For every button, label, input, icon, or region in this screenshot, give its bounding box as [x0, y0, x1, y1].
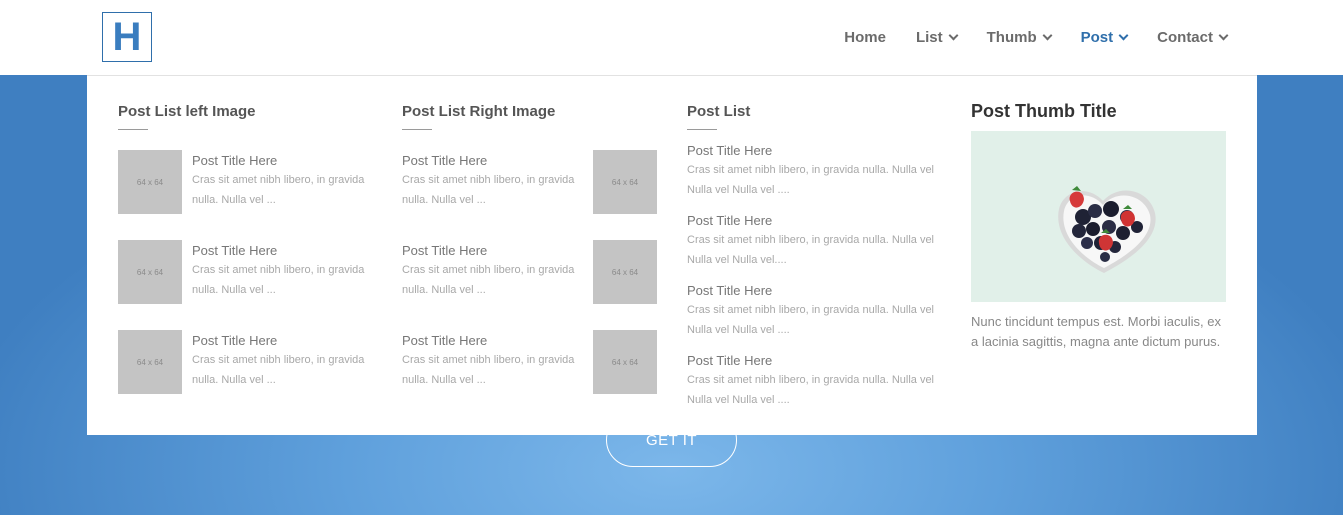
nav-thumb[interactable]: Thumb	[986, 29, 1053, 46]
main-nav: Home List Thumb Post Contact	[814, 0, 1229, 75]
thumbnail-placeholder[interactable]: 64 x 64	[118, 150, 182, 214]
post-excerpt-line1: Cras sit amet nibh libero, in gravida	[192, 174, 365, 186]
post-title-link[interactable]: Post Title Here	[402, 153, 487, 168]
column-title: Post List Right Image	[402, 103, 556, 120]
chevron-down-icon	[948, 30, 959, 41]
post-excerpt-line2: Nulla vel Nulla vel ....	[687, 184, 790, 196]
post-excerpt-line1: Cras sit amet nibh libero, in gravida	[402, 354, 575, 366]
thumb-title: Post Thumb Title	[971, 101, 1117, 121]
top-navbar: H Home List Thumb Post Contact	[0, 0, 1343, 75]
nav-contact-label: Contact	[1157, 29, 1213, 46]
nav-list-label: List	[915, 29, 943, 46]
post-title-link[interactable]: Post Title Here	[402, 243, 487, 258]
title-underline	[118, 129, 148, 130]
heart-bowl-berries-image[interactable]	[971, 131, 1226, 302]
column-title: Post List	[687, 103, 751, 120]
post-excerpt-line2: Nulla vel Nulla vel ....	[687, 394, 790, 406]
chevron-down-icon	[1042, 30, 1053, 41]
post-excerpt-line2: nulla. Nulla vel ...	[192, 374, 276, 386]
thumbnail-placeholder[interactable]: 64 x 64	[118, 240, 182, 304]
nav-home-label: Home	[844, 29, 886, 46]
post-title-link[interactable]: Post Title Here	[192, 153, 277, 168]
thumbnail-placeholder[interactable]: 64 x 64	[593, 150, 657, 214]
nav-contact[interactable]: Contact	[1157, 29, 1229, 46]
post-excerpt-line1: Cras sit amet nibh libero, in gravida nu…	[687, 304, 935, 316]
nav-post-label: Post	[1080, 29, 1114, 46]
post-title-link[interactable]: Post Title Here	[192, 243, 277, 258]
post-excerpt-line2: nulla. Nulla vel ...	[402, 284, 486, 296]
post-title-link[interactable]: Post Title Here	[687, 283, 772, 298]
nav-list[interactable]: List	[915, 29, 959, 46]
post-title-link[interactable]: Post Title Here	[402, 333, 487, 348]
post-excerpt-line1: Cras sit amet nibh libero, in gravida	[402, 264, 575, 276]
post-title-link[interactable]: Post Title Here	[192, 333, 277, 348]
post-excerpt-line2: nulla. Nulla vel ...	[192, 194, 276, 206]
post-excerpt-line1: Cras sit amet nibh libero, in gravida nu…	[687, 374, 935, 386]
post-title-link[interactable]: Post Title Here	[687, 353, 772, 368]
post-excerpt-line1: Cras sit amet nibh libero, in gravida nu…	[687, 164, 935, 176]
post-excerpt-line1: Cras sit amet nibh libero, in gravida	[402, 174, 575, 186]
post-title-link[interactable]: Post Title Here	[687, 143, 772, 158]
post-excerpt-line2: nulla. Nulla vel ...	[402, 194, 486, 206]
nav-home[interactable]: Home	[844, 29, 886, 46]
site-logo[interactable]: H	[102, 12, 152, 62]
nav-thumb-label: Thumb	[986, 29, 1037, 46]
thumbnail-placeholder[interactable]: 64 x 64	[593, 330, 657, 394]
thumb-description: Nunc tincidunt tempus est. Morbi iaculis…	[971, 314, 1221, 349]
thumbnail-placeholder[interactable]: 64 x 64	[118, 330, 182, 394]
nav-post[interactable]: Post	[1080, 29, 1129, 46]
post-excerpt-line2: Nulla vel Nulla vel....	[687, 254, 787, 266]
thumbnail-placeholder[interactable]: 64 x 64	[593, 240, 657, 304]
post-excerpt-line2: Nulla vel Nulla vel ....	[687, 324, 790, 336]
column-title: Post List left Image	[118, 103, 256, 120]
chevron-down-icon	[1218, 30, 1229, 41]
title-underline	[402, 129, 432, 130]
chevron-down-icon	[1118, 30, 1129, 41]
post-title-link[interactable]: Post Title Here	[687, 213, 772, 228]
post-excerpt-line1: Cras sit amet nibh libero, in gravida	[192, 264, 365, 276]
post-excerpt-line1: Cras sit amet nibh libero, in gravida	[192, 354, 365, 366]
title-underline	[687, 129, 717, 130]
post-excerpt-line2: nulla. Nulla vel ...	[402, 374, 486, 386]
post-mega-menu: Post List left Image 64 x 64 Post Title …	[87, 75, 1257, 435]
post-excerpt-line1: Cras sit amet nibh libero, in gravida nu…	[687, 234, 935, 246]
post-excerpt-line2: nulla. Nulla vel ...	[192, 284, 276, 296]
